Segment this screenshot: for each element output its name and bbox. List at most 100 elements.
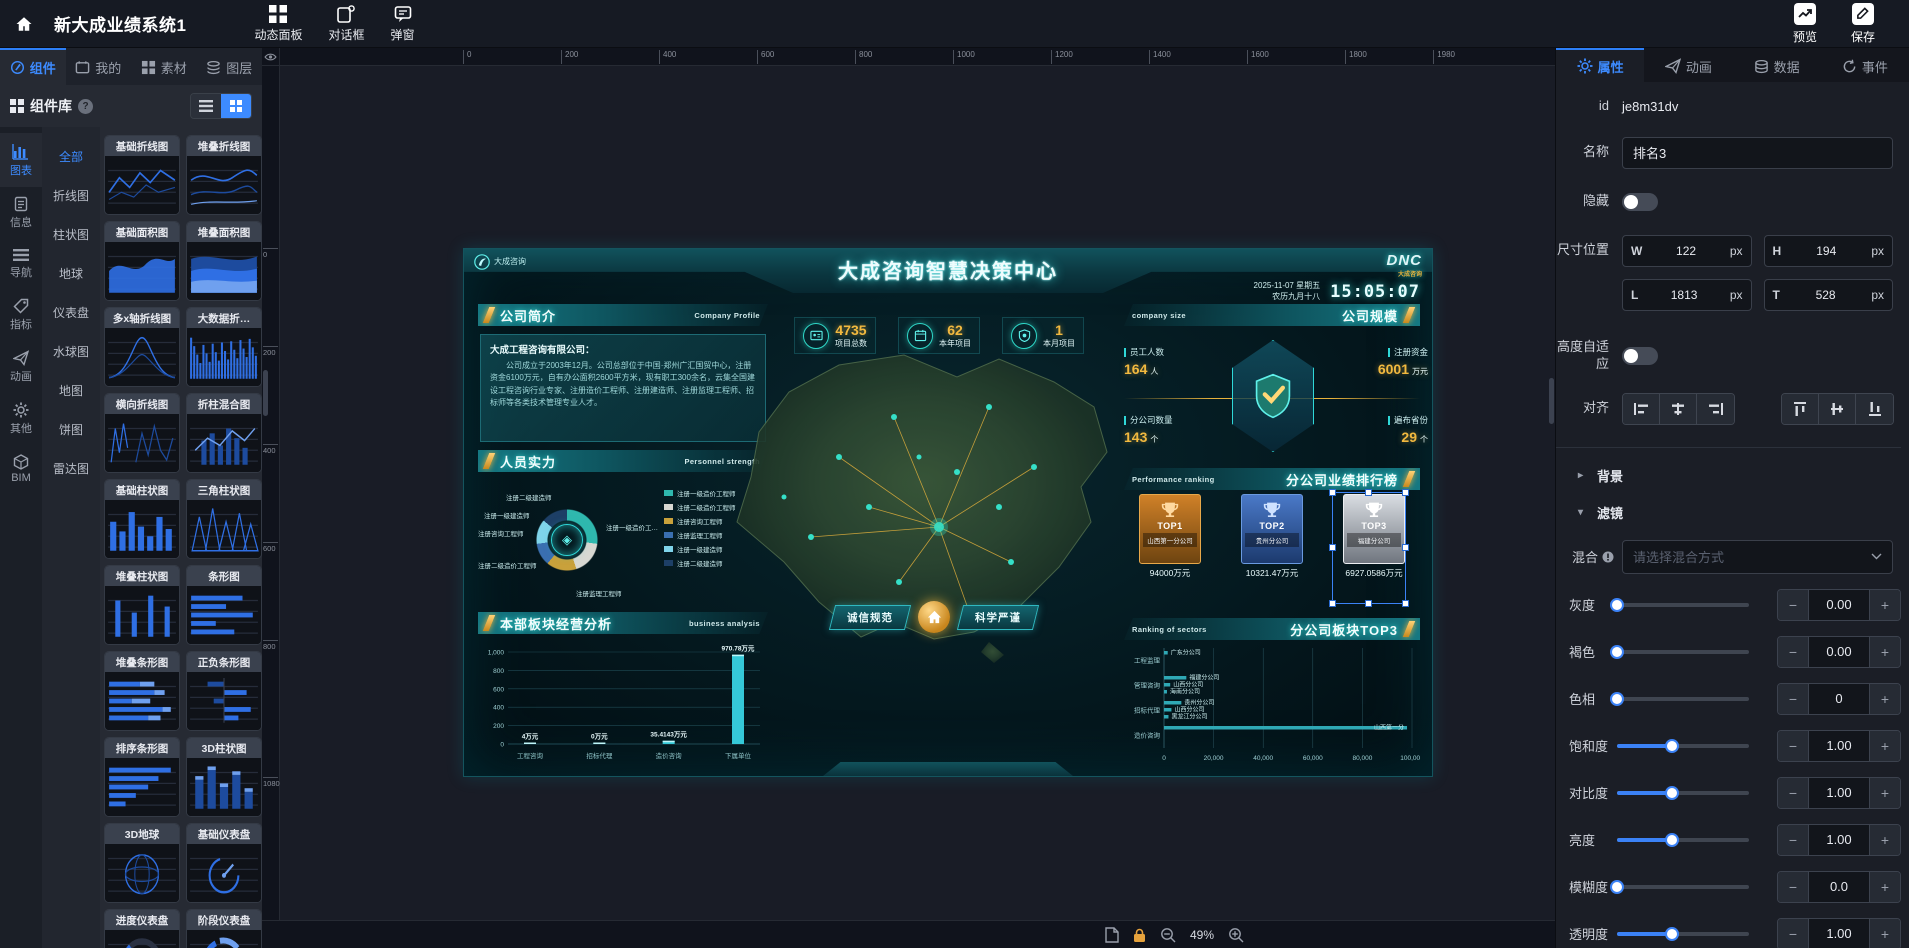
component-card-阶段仪表盘[interactable]: 阶段仪表盘 [186,909,262,948]
tool-dialog[interactable]: 对话框 [328,5,364,43]
slider-thumb[interactable] [1610,645,1624,659]
slider-对比度[interactable] [1617,785,1749,801]
component-card-正负条形图[interactable]: 正负条形图 [186,651,262,731]
subcategory-全部[interactable]: 全部 [42,137,100,176]
resize-handle-n[interactable] [1365,489,1372,496]
category-动画[interactable]: 动画 [0,341,42,393]
align-center-h-button[interactable] [1660,394,1697,424]
slider-饱和度[interactable] [1617,738,1749,754]
subcategory-水球图[interactable]: 水球图 [42,332,100,371]
slider-色相[interactable] [1617,691,1749,707]
slider-thumb[interactable] [1610,880,1624,894]
slider-thumb[interactable] [1610,598,1624,612]
ranking-card-TOP1[interactable]: TOP1山西第一分公司94000万元 [1124,494,1216,579]
component-card-条形图[interactable]: 条形图 [186,565,262,645]
home-button[interactable] [0,0,48,47]
minus-button[interactable]: − [1778,731,1808,761]
filter-section-header[interactable]: ▾ 滤镜 [1578,503,1901,522]
plus-button[interactable]: + [1870,778,1900,808]
size-field-H[interactable]: H194px [1764,235,1894,267]
category-图表[interactable]: 图表 [0,133,42,187]
subcategory-仪表盘[interactable]: 仪表盘 [42,293,100,332]
component-card-堆叠条形图[interactable]: 堆叠条形图 [104,651,180,731]
align-top-button[interactable] [1782,394,1819,424]
size-field-T[interactable]: T528px [1764,279,1894,311]
horizontal-ruler[interactable]: 0200400600800100012001400160018001980 [280,48,1555,66]
slider-灰度[interactable] [1617,597,1749,613]
zoom-in-icon[interactable] [1228,927,1244,943]
ranking-card-TOP2[interactable]: TOP2贵州分公司10321.47万元 [1226,494,1318,579]
inspector-tab-事件[interactable]: 事件 [1821,48,1909,82]
resize-handle-s[interactable] [1365,600,1372,607]
minus-button[interactable]: − [1778,872,1808,902]
selection-overlay[interactable] [1332,492,1406,604]
resize-handle-nw[interactable] [1329,489,1336,496]
name-input[interactable]: 排名3 [1622,137,1893,169]
resize-handle-ne[interactable] [1402,489,1409,496]
category-指标[interactable]: 指标 [0,289,42,341]
help-icon[interactable]: ? [78,99,93,114]
component-card-堆叠柱状图[interactable]: 堆叠柱状图 [104,565,180,645]
slider-褐色[interactable] [1617,644,1749,660]
left-tab-素材[interactable]: 素材 [131,48,197,85]
component-card-大数据折…[interactable]: 大数据折… [186,307,262,387]
blend-mode-select[interactable]: 请选择混合方式 [1622,540,1893,574]
tool-dynamic-panel[interactable]: 动态面板 [254,5,302,43]
inspector-tab-数据[interactable]: 数据 [1733,48,1821,82]
plus-button[interactable]: + [1870,919,1900,948]
component-card-3D地球[interactable]: 3D地球 [104,823,180,903]
align-bottom-button[interactable] [1856,394,1893,424]
slider-thumb[interactable] [1665,739,1679,753]
plus-button[interactable]: + [1870,590,1900,620]
component-card-基础折线图[interactable]: 基础折线图 [104,135,180,215]
auto-height-toggle[interactable] [1622,347,1658,365]
slider-透明度[interactable] [1617,926,1749,942]
slider-亮度[interactable] [1617,832,1749,848]
component-card-折柱混合图[interactable]: 折柱混合图 [186,393,262,473]
inspector-tab-属性[interactable]: 属性 [1556,48,1644,82]
size-field-L[interactable]: L1813px [1622,279,1752,311]
subcategory-折线图[interactable]: 折线图 [42,176,100,215]
slider-thumb[interactable] [1665,833,1679,847]
page-icon[interactable] [1105,927,1119,943]
align-middle-v-button[interactable] [1819,394,1856,424]
minus-button[interactable]: − [1778,590,1808,620]
resize-handle-e[interactable] [1402,544,1409,551]
minus-button[interactable]: − [1778,825,1808,855]
subcategory-饼图[interactable]: 饼图 [42,410,100,449]
plus-button[interactable]: + [1870,872,1900,902]
slider-thumb[interactable] [1610,692,1624,706]
align-left-button[interactable] [1623,394,1660,424]
subcategory-雷达图[interactable]: 雷达图 [42,449,100,488]
left-tab-组件[interactable]: 组件 [0,48,66,85]
category-其他[interactable]: 其他 [0,393,42,445]
category-信息[interactable]: 信息 [0,187,42,239]
left-tab-我的[interactable]: 我的 [66,48,132,85]
resize-handle-sw[interactable] [1329,600,1336,607]
grid-view-button[interactable] [221,94,251,118]
align-right-button[interactable] [1697,394,1734,424]
minus-button[interactable]: − [1778,684,1808,714]
hide-toggle[interactable] [1622,193,1658,211]
component-card-进度仪表盘[interactable]: 进度仪表盘 [104,909,180,948]
component-card-3D柱状图[interactable]: 3D柱状图 [186,737,262,817]
component-card-基础仪表盘[interactable]: 基础仪表盘 [186,823,262,903]
subcategory-地球[interactable]: 地球 [42,254,100,293]
dashboard-preview[interactable]: 大成咨询 大成咨询智慧决策中心 DNC大成咨询 2025-11-07 星期五 农… [463,248,1433,777]
minus-button[interactable]: − [1778,778,1808,808]
inspector-tab-动画[interactable]: 动画 [1644,48,1732,82]
component-card-堆叠折线图[interactable]: 堆叠折线图 [186,135,262,215]
component-card-基础面积图[interactable]: 基础面积图 [104,221,180,301]
action-preview-button[interactable]: 预览 [1793,3,1817,45]
resize-handle-se[interactable] [1402,600,1409,607]
category-BIM[interactable]: BIM [0,445,42,493]
slider-thumb[interactable] [1665,927,1679,941]
lock-icon[interactable] [1133,928,1146,943]
slider-thumb[interactable] [1665,786,1679,800]
category-导航[interactable]: 导航 [0,239,42,289]
plus-button[interactable]: + [1870,637,1900,667]
component-card-三角柱状图[interactable]: 三角柱状图 [186,479,262,559]
component-card-基础柱状图[interactable]: 基础柱状图 [104,479,180,559]
minus-button[interactable]: − [1778,637,1808,667]
background-section-header[interactable]: ▸ 背景 [1578,466,1901,485]
